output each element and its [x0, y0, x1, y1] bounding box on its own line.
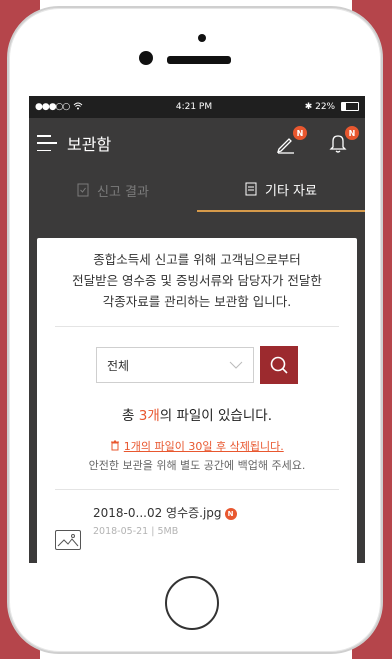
- signal-dots-icon: ●●●○○: [35, 102, 70, 112]
- intro-text: 종합소득세 신고를 위해 고객님으로부터 전달받은 영수증 및 증빙서류와 담당…: [37, 238, 357, 312]
- edit-badge: N: [293, 126, 307, 140]
- divider: [55, 326, 339, 327]
- proximity-sensor: [139, 51, 153, 65]
- count-suffix: 의 파일이 있습니다.: [159, 408, 272, 424]
- backup-notice: 안전한 보관을 위해 별도 공간에 백업해 주세요.: [88, 459, 306, 472]
- filter-value: 전체: [107, 358, 130, 373]
- tab-bar: 신고 결과 기타 자료: [29, 168, 365, 212]
- wifi-icon: [73, 102, 83, 113]
- trash-icon: [111, 440, 120, 451]
- file-name: 2018-0...02 영수증.jpg N: [93, 504, 237, 521]
- hamburger-icon[interactable]: [37, 135, 57, 151]
- search-icon: [270, 356, 288, 374]
- file-list-item[interactable]: 2018-0...02 영수증.jpg N 2018-05-21 | 5MB: [55, 490, 339, 563]
- home-button[interactable]: [165, 576, 219, 630]
- tab-other-materials[interactable]: 기타 자료: [197, 168, 365, 212]
- earpiece-speaker: [167, 56, 231, 64]
- deletion-warning-link[interactable]: 1개의 파일이 30일 후 삭제됩니다.: [124, 440, 284, 453]
- tab-label: 기타 자료: [265, 183, 317, 199]
- clock: 4:21 PM: [175, 102, 213, 112]
- notification-button[interactable]: N: [325, 126, 359, 156]
- bell-badge: N: [345, 126, 359, 140]
- intro-line: 각종자료를 관리하는 보관함 입니다.: [102, 294, 292, 309]
- file-count: 총 3개의 파일이 있습니다.: [37, 404, 357, 424]
- search-button[interactable]: [260, 346, 298, 384]
- edit-button[interactable]: N: [273, 126, 307, 156]
- page-title: 보관함: [67, 135, 112, 154]
- document-check-icon: [77, 183, 89, 197]
- image-icon: [55, 530, 81, 550]
- battery-indicator: ✱ 22%: [305, 102, 359, 112]
- new-badge: N: [224, 507, 237, 520]
- tab-label: 신고 결과: [97, 184, 149, 200]
- bluetooth-icon: ✱: [304, 102, 313, 112]
- intro-line: 종합소득세 신고를 위해 고객님으로부터: [93, 252, 301, 267]
- chevron-down-icon: [229, 361, 243, 369]
- count-number: 3개: [138, 408, 160, 424]
- file-name-text: 2018-0...02 영수증.jpg: [93, 506, 222, 520]
- file-meta: 2018-05-21 | 5MB: [93, 526, 179, 537]
- phone-screen: ●●●○○ 4:21 PM ✱ 22% 보관함 N N 신고 결과 기타 자료 …: [29, 96, 365, 563]
- tab-filing-results[interactable]: 신고 결과: [29, 168, 197, 212]
- app-bar-left: 보관함: [37, 131, 111, 155]
- battery-percent: 22%: [315, 102, 336, 112]
- content-card: 종합소득세 신고를 위해 고객님으로부터 전달받은 영수증 및 증빙서류와 담당…: [37, 238, 357, 563]
- intro-line: 전달받은 영수증 및 증빙서류와 담당자가 전달한: [72, 273, 322, 288]
- deletion-warning: 1개의 파일이 30일 후 삭제됩니다.: [37, 438, 357, 454]
- count-prefix: 총: [122, 408, 139, 424]
- battery-icon: [341, 102, 359, 111]
- app-bar-actions: N N: [273, 126, 359, 156]
- signal-indicator: ●●●○○: [35, 102, 83, 113]
- front-camera: [198, 34, 206, 42]
- status-bar: ●●●○○ 4:21 PM ✱ 22%: [29, 96, 365, 118]
- document-icon: [245, 182, 257, 196]
- app-bar: 보관함 N N: [29, 118, 365, 168]
- filter-row: 전체: [37, 346, 357, 384]
- filter-select[interactable]: 전체: [96, 347, 254, 383]
